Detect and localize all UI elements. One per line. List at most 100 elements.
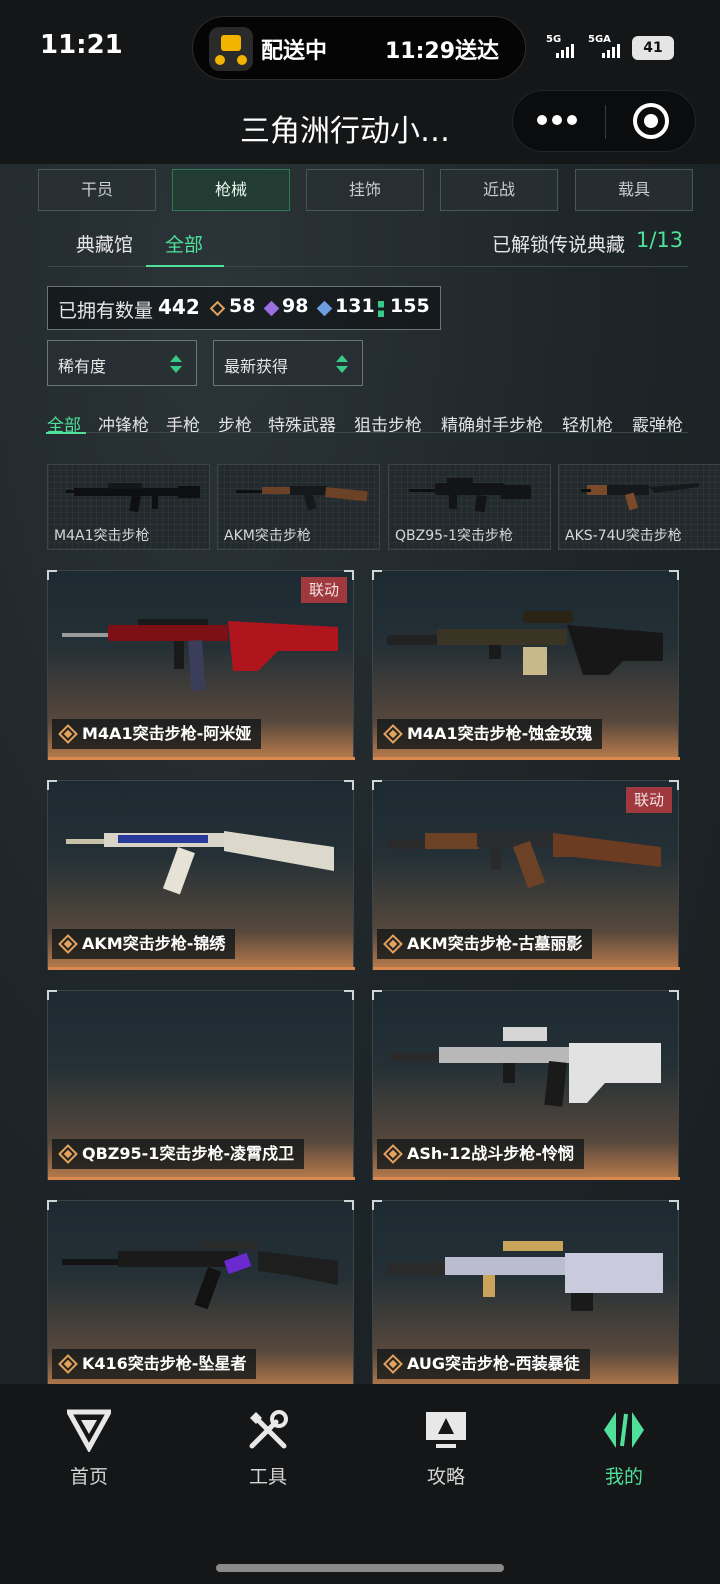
skin-label: AUG突击步枪-西装暴徒 [377,1349,590,1379]
bottom-navigation: 首页 工具 攻略 我的 [0,1384,720,1584]
weapon-skin-card[interactable]: AKM突击步枪-锦绣 [47,780,355,970]
subtab-active-indicator [146,265,224,267]
skin-label: M4A1突击步枪-阿米娅 [52,719,262,749]
green-count: 155 [390,295,430,317]
skin-label: AKM突击步枪-古墓丽影 [377,929,593,959]
weapon-skin-card[interactable]: 联动 M4A1突击步枪-阿米娅 [47,570,355,760]
base-weapon-label: AKM突击步枪 [224,528,311,544]
status-time: 11:21 [40,30,123,60]
orange-rarity-icon [58,724,78,744]
battery-icon: 41 [632,36,674,60]
divider [48,266,688,267]
collection-content: 干员 枪械 挂饰 近战 载具 典藏馆 全部 已解锁传说典藏 1/13 已拥有数量… [0,164,720,1384]
sort-recent-select[interactable]: 最新获得 [213,340,363,386]
signal-icon [602,44,620,58]
home-indicator[interactable] [216,1564,504,1572]
brand-logo-icon [67,1409,111,1452]
rifle-image [66,831,334,895]
close-mini-program-icon[interactable] [633,103,669,139]
tab-firearms[interactable]: 枪械 [172,169,290,211]
tab-operators[interactable]: 干员 [38,169,156,211]
green-rarity-icon [378,301,384,317]
owned-count-summary: 已拥有数量 442 58 98 131 155 [47,286,441,330]
rifle-image [581,483,699,511]
tools-icon [249,1410,288,1449]
nav-tools[interactable]: 工具 [208,1384,328,1504]
filter-active-indicator [46,432,86,434]
rifle-image [387,611,663,675]
rifle-image [236,486,368,511]
weapon-skin-card[interactable]: QBZ95-1突击步枪-凌霄戍卫 [47,990,355,1180]
delivery-live-activity[interactable]: 配送中 11:29送达 [192,16,526,80]
profile-logo-icon [604,1412,644,1448]
purple-count: 98 [282,295,309,317]
owned-total: 442 [158,295,200,319]
skin-label: K416突击步枪-坠星者 [52,1349,257,1379]
nav-label: 首页 [69,1466,108,1488]
divider [48,432,688,433]
skin-label: AKM突击步枪-锦绣 [52,929,236,959]
rifle-image [62,1241,338,1310]
nav-label: 攻略 [426,1466,465,1488]
base-weapon-card[interactable]: QBZ95-1突击步枪 [388,464,551,550]
sort-arrows-icon [336,355,348,373]
base-weapon-label: M4A1突击步枪 [54,528,150,544]
nav-label: 我的 [604,1466,643,1488]
weapon-skin-card[interactable]: 联动 AKM突击步枪-古墓丽影 [372,780,680,970]
skin-label: ASh-12战斗步枪-怜悯 [377,1139,584,1169]
signal-icon [556,44,574,58]
subtab-collection-hall[interactable]: 典藏馆 [76,230,133,257]
sort-rarity-select[interactable]: 稀有度 [47,340,197,386]
more-options-icon[interactable] [537,115,577,127]
subtab-all[interactable]: 全部 [165,230,203,257]
nav-profile[interactable]: 我的 [564,1384,684,1504]
orange-rarity-icon [58,934,78,954]
delivery-scooter-icon [209,27,253,71]
page-title: 三角洲行动小… [240,114,450,149]
orange-rarity-icon [383,934,403,954]
rifle-image [66,483,200,513]
legendary-unlocked-label: 已解锁传说典藏 [492,234,626,256]
blue-rarity-icon [316,300,333,317]
mini-program-capsule [512,90,696,152]
base-weapon-card[interactable]: AKM突击步枪 [217,464,380,550]
base-weapon-label: QBZ95-1突击步枪 [395,528,513,544]
select-label: 最新获得 [224,357,289,376]
delivery-eta: 11:29送达 [384,39,499,64]
tab-charms[interactable]: 挂饰 [306,169,424,211]
weapon-skin-card[interactable]: M4A1突击步枪-蚀金玫瑰 [372,570,680,760]
skin-label: M4A1突击步枪-蚀金玫瑰 [377,719,603,749]
weapon-skin-card[interactable]: K416突击步枪-坠星者 [47,1200,354,1384]
orange-rarity-icon [58,1354,78,1374]
orange-rarity-icon [58,1144,78,1164]
tab-vehicles[interactable]: 载具 [575,169,693,211]
orange-rarity-icon [209,300,226,317]
collab-badge: 联动 [626,787,672,813]
blue-count: 131 [335,295,375,317]
nav-home[interactable]: 首页 [29,1384,149,1504]
weapon-skin-card[interactable]: ASh-12战斗步枪-怜悯 [372,990,680,1180]
orange-rarity-icon [383,1144,403,1164]
base-weapon-card[interactable]: AKS-74U突击步枪 [558,464,720,550]
orange-rarity-icon [383,1354,403,1374]
weapon-skin-card[interactable]: AUG突击步枪-西装暴徒 [372,1200,679,1384]
mini-program-title-bar: 三角洲行动小… [0,90,720,164]
rifle-image [391,1027,661,1107]
rifle-image [409,478,531,513]
sort-arrows-icon [170,355,182,373]
owned-label: 已拥有数量 [58,300,154,322]
orange-count: 58 [229,295,256,317]
tab-melee[interactable]: 近战 [440,169,558,211]
base-weapon-card[interactable]: M4A1突击步枪 [47,464,210,550]
skin-label: QBZ95-1突击步枪-凌霄戍卫 [52,1139,305,1169]
rifle-image [387,1241,663,1311]
purple-rarity-icon [263,300,280,317]
base-weapon-label: AKS-74U突击步枪 [565,528,682,544]
legendary-unlocked-count: 1/13 [636,228,684,252]
collab-badge: 联动 [301,577,347,603]
nav-label: 工具 [248,1466,287,1488]
guide-monitor-icon [426,1412,466,1448]
orange-rarity-icon [383,724,403,744]
select-label: 稀有度 [58,357,107,376]
nav-guide[interactable]: 攻略 [386,1384,506,1504]
